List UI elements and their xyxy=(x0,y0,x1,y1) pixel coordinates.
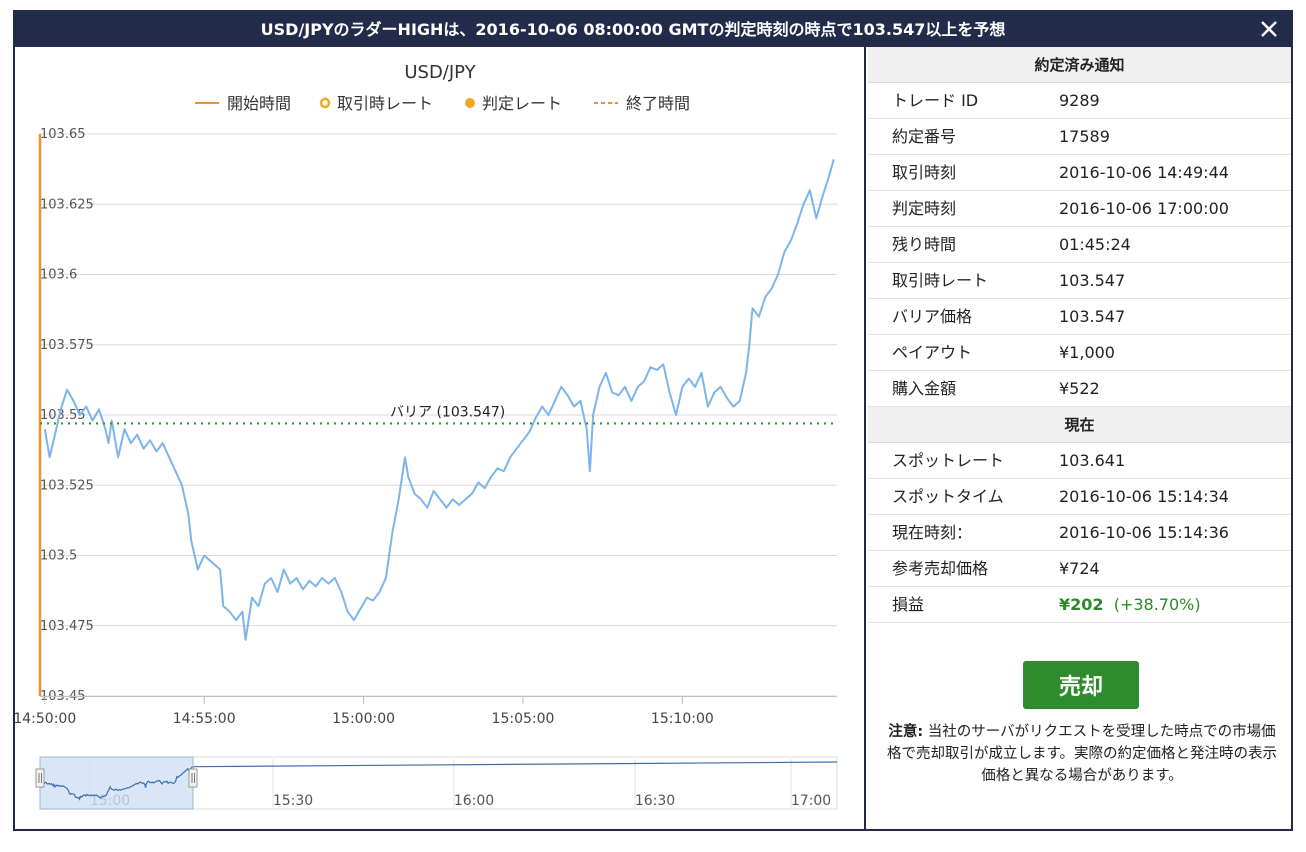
legend-label: 取引時レート xyxy=(337,94,433,113)
notice-text: 当社のサーバがリクエストを受理した時点での市場価格で売却取引が成立します。実際の… xyxy=(886,724,1278,784)
navigator-tick-label: 17:00 xyxy=(791,793,831,809)
contract-row-label: 約定番号 xyxy=(892,127,957,146)
dialog-titlebar: USD/JPYのラダーHIGHは、2016-10-06 08:00:00 GMT… xyxy=(15,12,1291,47)
contract-row-label: バリア価格 xyxy=(892,307,973,326)
close-icon[interactable] xyxy=(1255,15,1283,43)
x-tick-label: 14:55:00 xyxy=(173,711,236,727)
contract-row-value: 2016-10-06 14:49:44 xyxy=(1059,163,1229,182)
contract-row: 判定時刻 2016-10-06 17:00:00 xyxy=(868,191,1291,227)
contract-row-value: ¥1,000 xyxy=(1059,343,1115,362)
y-tick-label: 103.475 xyxy=(40,619,94,634)
contract-row-label: トレード ID xyxy=(892,91,979,110)
legend-label: 開始時間 xyxy=(227,94,291,113)
legend-hollow-circle-icon xyxy=(319,97,331,109)
current-details: スポットレート 103.641 スポットタイム 2016-10-06 15:14:34… xyxy=(868,443,1291,587)
dialog-title: USD/JPYのラダーHIGHは、2016-10-06 08:00:00 GMT… xyxy=(260,20,1006,39)
range-navigator[interactable]: 15:0015:3016:0016:3017:00 xyxy=(35,756,838,810)
legend-label: 終了時間 xyxy=(626,94,690,113)
contract-row-value: 17589 xyxy=(1059,127,1110,146)
contract-row: 残り時間 01:45:24 xyxy=(868,227,1291,263)
legend-filled-circle-icon xyxy=(465,98,475,108)
price-line xyxy=(43,159,835,641)
contract-row: 購入金額 ¥522 xyxy=(868,371,1291,407)
contract-row-label: ペイアウト xyxy=(892,343,973,362)
x-tick-label: 15:10:00 xyxy=(651,711,714,727)
navigator-tick-label: 15:30 xyxy=(273,793,313,809)
contract-row-value: 01:45:24 xyxy=(1059,235,1131,254)
contract-panel: 約定済み通知 トレード ID 9289 約定番号 17589 取引時刻 2016-10-0… xyxy=(868,47,1291,831)
x-tick-label: 15:05:00 xyxy=(492,711,555,727)
pnl-row: 損益 ¥202 (+38.70%) xyxy=(868,587,1291,623)
current-row-value: 2016-10-06 15:14:36 xyxy=(1059,523,1229,542)
contract-row-value: 103.547 xyxy=(1059,307,1126,326)
y-tick-label: 103.625 xyxy=(40,197,94,212)
x-tick-label: 14:50:00 xyxy=(15,711,76,727)
current-row: 参考売却価格 ¥724 xyxy=(868,551,1291,587)
contract-row-label: 取引時レート xyxy=(892,271,989,290)
contract-row: バリア価格 103.547 xyxy=(868,299,1291,335)
contract-row-label: 残り時間 xyxy=(892,235,957,254)
current-row-label: スポットタイム xyxy=(892,487,1004,506)
y-tick-label: 103.525 xyxy=(40,478,94,493)
current-row-value: 103.641 xyxy=(1059,451,1126,470)
contract-row: 取引時レート 103.547 xyxy=(868,263,1291,299)
legend-label: 判定レート xyxy=(482,94,562,113)
y-tick-label: 103.575 xyxy=(40,338,94,353)
navigator-tick-label: 16:00 xyxy=(454,793,494,809)
x-tick-label: 15:00:00 xyxy=(332,711,395,727)
price-chart[interactable]: USD/JPY 開始時間 取引時レート 判定レート 終了時間 103.65 103.62… xyxy=(15,47,866,831)
chart-legend: 開始時間 取引時レート 判定レート 終了時間 xyxy=(195,94,690,113)
contract-row-value: ¥522 xyxy=(1059,379,1100,398)
notice-label: 注意: xyxy=(888,724,924,740)
pnl-percent: (+38.70%) xyxy=(1113,595,1201,614)
contract-row: トレード ID 9289 xyxy=(868,83,1291,119)
navigator-handle xyxy=(35,768,45,788)
contract-row-value: 103.547 xyxy=(1059,271,1126,290)
chart-area: USD/JPY 開始時間 取引時レート 判定レート 終了時間 103.65 103.62… xyxy=(15,47,866,831)
navigator-tick-label: 16:30 xyxy=(635,793,675,809)
x-axis: 14:50:00 14:55:00 15:00:00 15:05:00 15:10:00 xyxy=(15,696,837,727)
current-row-label: スポットレート xyxy=(892,451,1005,470)
current-row-value: ¥724 xyxy=(1059,559,1100,578)
contract-dialog: USD/JPYのラダーHIGHは、2016-10-06 08:00:00 GMT… xyxy=(13,10,1293,831)
contract-row: ペイアウト ¥1,000 xyxy=(868,335,1291,371)
contract-header: 約定済み通知 xyxy=(868,47,1291,83)
contract-row: 約定番号 17589 xyxy=(868,119,1291,155)
contract-row-value: 9289 xyxy=(1059,91,1100,110)
current-row: 現在時刻： 2016-10-06 15:14:36 xyxy=(868,515,1291,551)
contract-row-label: 取引時刻 xyxy=(892,163,957,182)
y-tick-label: 103.6 xyxy=(40,268,77,283)
current-row: スポットレート 103.641 xyxy=(868,443,1291,479)
pnl-label: 損益 xyxy=(892,595,925,614)
chart-title: USD/JPY xyxy=(404,62,476,83)
sell-notice: 注意: 当社のサーバがリクエストを受理した時点での市場価格で売却取引が成立します… xyxy=(882,721,1282,787)
current-row-value: 2016-10-06 15:14:34 xyxy=(1059,487,1229,506)
current-row: スポットタイム 2016-10-06 15:14:34 xyxy=(868,479,1291,515)
y-tick-label: 103.65 xyxy=(40,127,86,142)
current-row-label: 現在時刻： xyxy=(892,523,973,542)
contract-row-value: 2016-10-06 17:00:00 xyxy=(1059,199,1229,218)
barrier-line: バリア (103.547) xyxy=(40,404,837,425)
current-header: 現在 xyxy=(868,407,1291,443)
contract-row: 取引時刻 2016-10-06 14:49:44 xyxy=(868,155,1291,191)
pnl-value: ¥202 (+38.70%) xyxy=(1059,587,1201,623)
contract-row-label: 購入金額 xyxy=(892,379,957,398)
contract-details: トレード ID 9289 約定番号 17589 取引時刻 2016-10-06 14:49… xyxy=(868,83,1291,407)
pnl-amount: ¥202 xyxy=(1059,595,1104,614)
contract-row-label: 判定時刻 xyxy=(892,199,957,218)
barrier-label: バリア (103.547) xyxy=(390,404,505,420)
current-row-label: 参考売却価格 xyxy=(892,559,989,578)
navigator-selection xyxy=(39,756,194,810)
navigator-handle xyxy=(188,768,198,788)
sell-button[interactable]: 売却 xyxy=(1023,661,1139,709)
y-tick-label: 103.5 xyxy=(40,549,77,564)
